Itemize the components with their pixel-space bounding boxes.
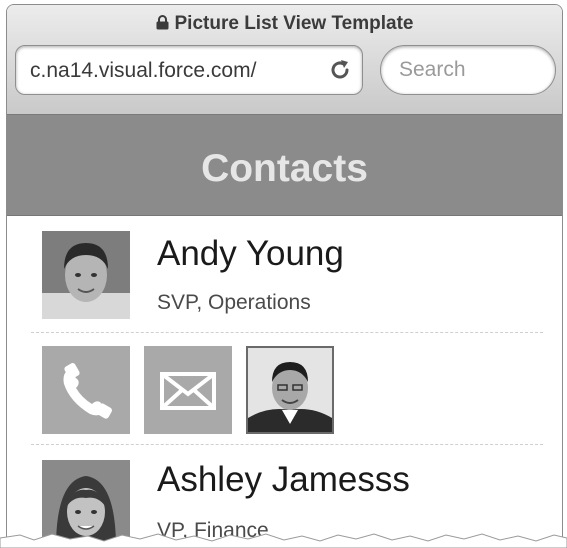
contact-photo-button[interactable] [246, 346, 334, 434]
reload-icon[interactable] [328, 58, 352, 82]
contact-name: Andy Young [157, 234, 344, 273]
email-button[interactable] [144, 346, 232, 434]
browser-toolbar: Picture List View Template c.na14.visual… [7, 5, 562, 115]
divider [31, 444, 543, 445]
lock-icon [156, 15, 168, 30]
phone-icon [63, 363, 112, 419]
contact-item[interactable]: Andy Young SVP, Operations [7, 216, 562, 334]
address-bar[interactable]: c.na14.visual.force.com/ [15, 45, 363, 95]
divider [31, 332, 543, 333]
contact-photo [248, 348, 332, 432]
page-header: Contacts [7, 115, 562, 216]
contact-list: Andy Young SVP, Operations Ashley Jamess… [7, 216, 562, 545]
contact-name: Ashley Jamesss [157, 460, 410, 499]
call-button[interactable] [42, 346, 130, 434]
window-title-text: Picture List View Template [174, 13, 414, 34]
search-input[interactable] [399, 58, 549, 82]
avatar [42, 231, 130, 319]
email-icon [160, 372, 216, 410]
url-text[interactable]: c.na14.visual.force.com/ [30, 59, 322, 83]
torn-edge [0, 533, 567, 548]
contact-title: SVP, Operations [157, 291, 311, 314]
search-box[interactable] [380, 45, 556, 95]
page-title: Contacts [201, 147, 368, 190]
window-title: Picture List View Template [7, 13, 562, 35]
browser-window: Picture List View Template c.na14.visual… [6, 4, 563, 546]
contact-photo [42, 231, 130, 319]
